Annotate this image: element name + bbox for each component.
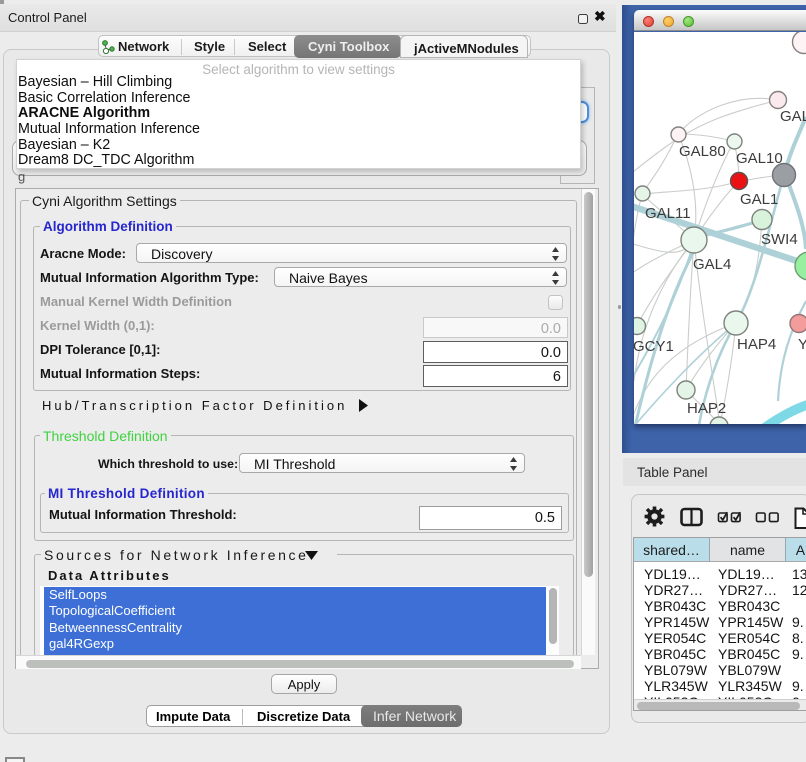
svg-text:GAL2: GAL2: [780, 108, 806, 125]
svg-text:Y: Y: [798, 336, 806, 353]
svg-text:GAL4: GAL4: [693, 256, 731, 273]
svg-text:GCY1: GCY1: [634, 338, 674, 355]
svg-text:HAP4: HAP4: [737, 336, 776, 353]
svg-text:GAL80: GAL80: [679, 143, 726, 160]
svg-text:HAP2: HAP2: [687, 400, 726, 417]
svg-text:GAL10: GAL10: [736, 150, 783, 167]
svg-text:GAL11: GAL11: [645, 205, 691, 222]
svg-text:SWI4: SWI4: [761, 231, 798, 248]
svg-text:GAL1: GAL1: [740, 191, 778, 208]
